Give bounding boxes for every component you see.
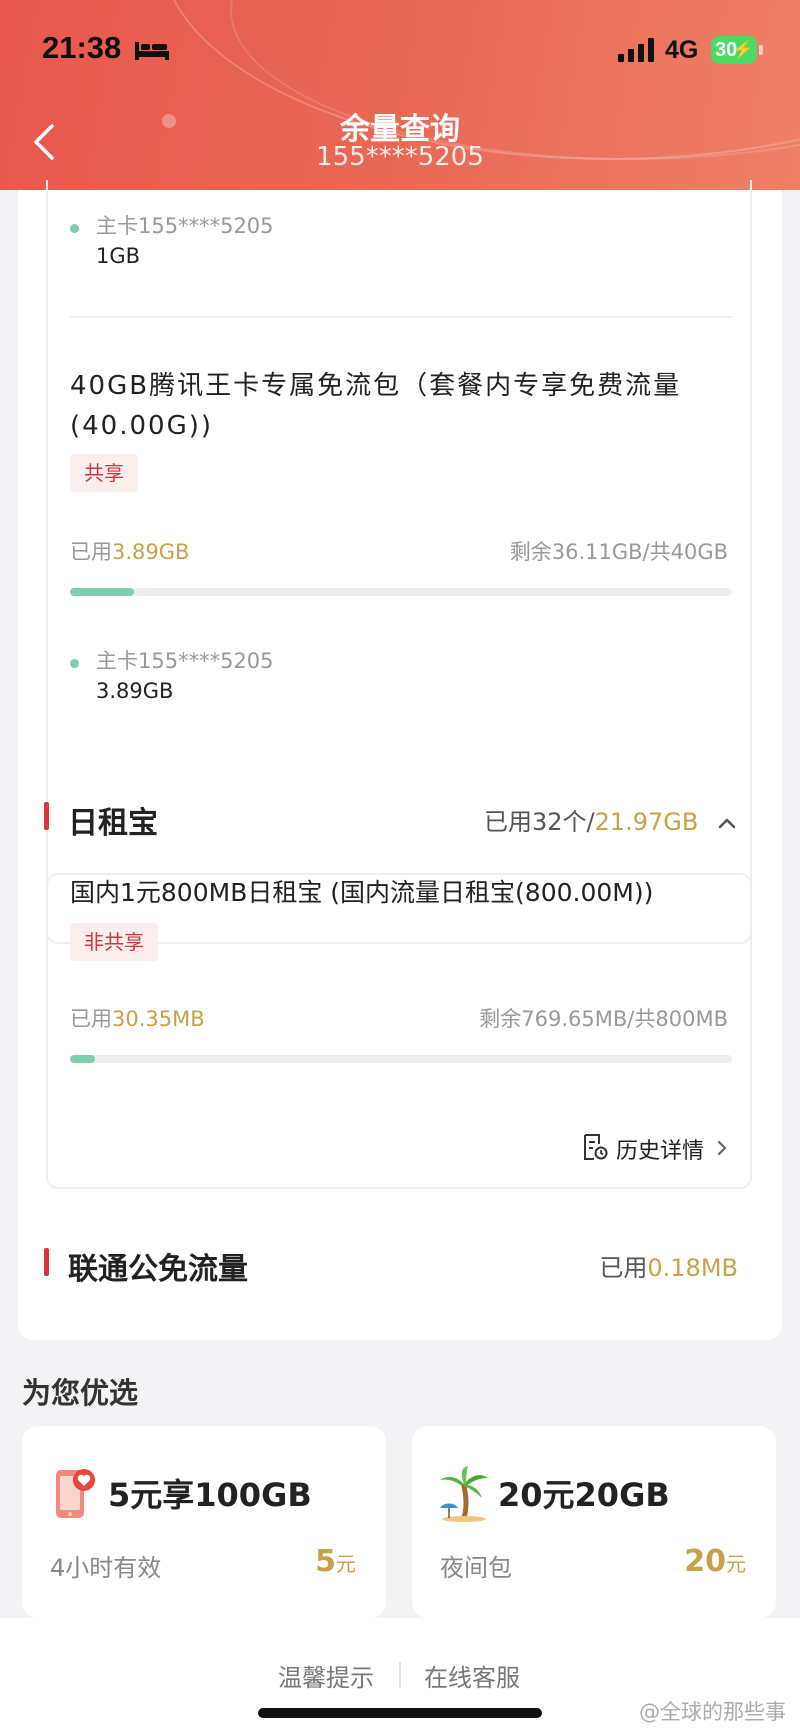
battery-cap bbox=[759, 45, 763, 55]
chevron-up-icon[interactable] bbox=[716, 814, 738, 832]
status-bar: 21:38 4G 30 ⚡ bbox=[0, 0, 800, 100]
header: 21:38 4G 30 ⚡ 余量查询 155****5205 bbox=[0, 0, 800, 190]
section-usage-summary: 已用32个/21.97GB bbox=[484, 802, 738, 837]
recommend-card[interactable]: 5元享100GB 4小时有效 5元 bbox=[22, 1426, 386, 1618]
remaining-amount: 剩余769.65MB/共800MB bbox=[479, 1007, 728, 1031]
package-title: 国内1元800MB日租宝 (国内流量日租宝(800.00M)) bbox=[70, 878, 654, 907]
recommend-desc: 4小时有效 bbox=[50, 1554, 162, 1582]
used-value: 3.89GB bbox=[112, 540, 190, 564]
balance-panel: 主卡155****5205 1GB 40GB腾讯王卡专属免流包（套餐内专享免费流… bbox=[18, 180, 782, 1340]
remaining-amount: 剩余36.11GB/共40GB bbox=[509, 540, 728, 564]
price-value: 20 bbox=[684, 1544, 726, 1579]
usage-progress-bar bbox=[70, 1055, 732, 1063]
member-label: 主卡155****5205 bbox=[96, 214, 274, 238]
section-usage-summary: 已用0.18MB bbox=[599, 1248, 738, 1283]
charging-icon: ⚡ bbox=[732, 40, 754, 59]
chevron-right-icon bbox=[717, 1140, 727, 1156]
member-value: 1GB bbox=[96, 244, 141, 268]
network-type: 4G bbox=[665, 36, 699, 64]
section-title: 日租宝 bbox=[68, 806, 158, 841]
used-prefix: 已用 bbox=[70, 1007, 112, 1031]
home-indicator bbox=[258, 1708, 542, 1718]
used-amount: 已用30.35MB bbox=[70, 1003, 205, 1033]
phone-number: 155****5205 bbox=[316, 142, 484, 172]
watermark: @全球的那些事 bbox=[639, 1700, 786, 1724]
bottom-bar: 温馨提示 在线客服 @全球的那些事 bbox=[0, 1618, 800, 1731]
palm-tree-icon bbox=[440, 1466, 488, 1522]
member-value: 3.89GB bbox=[96, 679, 174, 703]
recommend-name: 20元20GB bbox=[498, 1476, 670, 1514]
member-dot bbox=[70, 659, 79, 668]
member-label: 主卡155****5205 bbox=[96, 649, 274, 673]
recommend-price: 5元 bbox=[315, 1544, 356, 1579]
used-value: 21.97GB bbox=[594, 808, 699, 836]
document-clock-icon bbox=[584, 1134, 608, 1160]
member-dot bbox=[70, 224, 79, 233]
used-amount: 已用3.89GB bbox=[70, 536, 189, 566]
used-value: 30.35MB bbox=[112, 1007, 205, 1031]
battery-icon: 30 ⚡ bbox=[711, 36, 757, 64]
cellular-signal-icon bbox=[618, 38, 654, 62]
package-card: 国内1元800MB日租宝 (国内流量日租宝(800.00M)) 非共享 已用30… bbox=[46, 873, 752, 1189]
usage-progress-fill bbox=[70, 1055, 96, 1063]
history-details-label: 历史详情 bbox=[616, 1139, 705, 1164]
section-header-free-traffic: 联通公免流量 已用0.18MB bbox=[18, 1244, 782, 1287]
usage-progress-fill bbox=[70, 588, 135, 596]
section-header-rizubao[interactable]: 日租宝 已用32个/21.97GB bbox=[18, 798, 782, 841]
sleep-focus-icon bbox=[135, 42, 169, 60]
price-value: 5 bbox=[315, 1544, 336, 1579]
usage-progress-bar bbox=[70, 588, 732, 596]
tips-link[interactable]: 温馨提示 bbox=[278, 1658, 374, 1693]
divider bbox=[70, 316, 732, 318]
phone-heart-icon bbox=[56, 1469, 95, 1518]
online-service-link[interactable]: 在线客服 bbox=[424, 1658, 520, 1693]
share-tag: 共享 bbox=[70, 454, 138, 492]
section-title: 联通公免流量 bbox=[68, 1252, 248, 1287]
price-unit: 元 bbox=[726, 1552, 746, 1576]
recommend-title: 为您优选 bbox=[22, 1376, 139, 1410]
used-value: 0.18MB bbox=[647, 1254, 738, 1282]
used-prefix: 已用32个/ bbox=[483, 808, 595, 836]
bottom-separator bbox=[399, 1662, 401, 1688]
non-share-tag: 非共享 bbox=[70, 923, 158, 961]
recommend-card[interactable]: 20元20GB 夜间包 20元 bbox=[412, 1426, 776, 1618]
history-details-link[interactable]: 历史详情 bbox=[582, 1133, 728, 1164]
recommend-name: 5元享100GB bbox=[108, 1476, 312, 1514]
used-prefix: 已用 bbox=[70, 540, 112, 564]
status-time: 21:38 bbox=[42, 30, 122, 65]
recommend-price: 20元 bbox=[684, 1544, 746, 1579]
recommend-desc: 夜间包 bbox=[440, 1554, 512, 1582]
price-unit: 元 bbox=[336, 1552, 356, 1576]
section-marker bbox=[44, 1248, 49, 1276]
used-prefix: 已用 bbox=[599, 1254, 648, 1282]
section-marker bbox=[44, 802, 49, 830]
package-title: 40GB腾讯王卡专属免流包（套餐内专享免费流量(40.00G)) bbox=[70, 371, 682, 441]
